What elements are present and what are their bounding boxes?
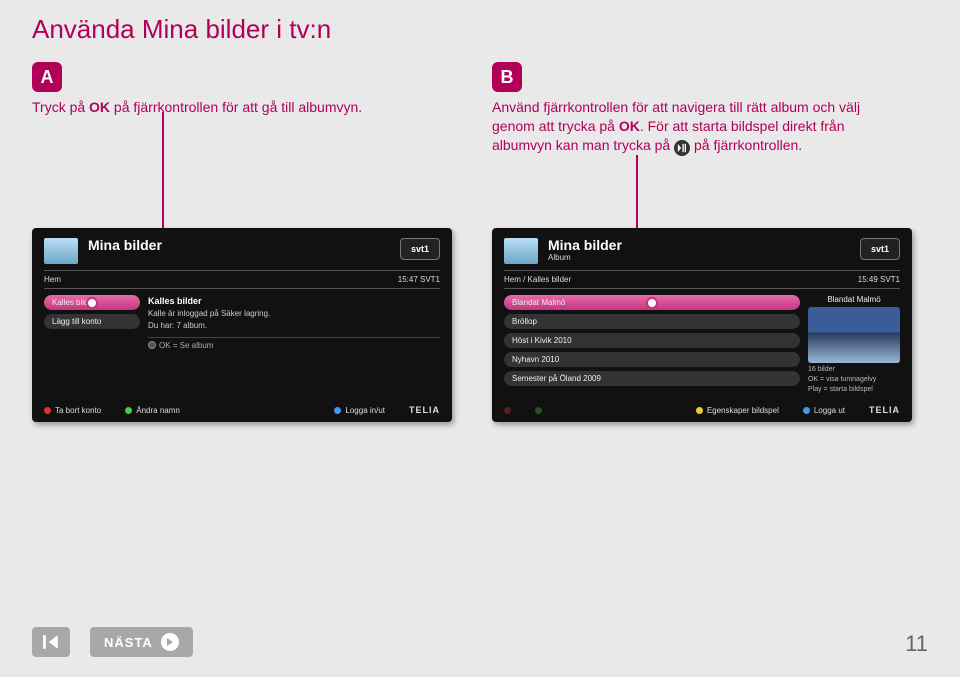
tv-a-item-1-label: Lägg till konto — [52, 317, 101, 326]
step-b: B Använd fjärrkontrollen för att naviger… — [492, 62, 912, 156]
tv-screen-a: Mina bilder svt1 Hem 15:47 SVT1 Kalles b… — [32, 228, 452, 422]
tv-a-footer: Ta bort konto Ändra namn Logga in/ut TEL… — [44, 405, 440, 415]
tv-b-album-4[interactable]: Semester på Öland 2009 — [504, 371, 800, 386]
tv-b-footer-blue-label: Logga ut — [814, 406, 845, 415]
prev-button[interactable] — [32, 627, 70, 657]
tv-a-footer-green-label: Ändra namn — [136, 406, 180, 415]
tv-b-header: Mina bilder Album svt1 — [504, 238, 900, 264]
tv-b-channel-badge: svt1 — [860, 238, 900, 260]
green-dot-icon — [535, 407, 542, 414]
blue-dot-icon — [803, 407, 810, 414]
tv-b-album-0-label: Blandat Malmö — [512, 298, 565, 307]
tv-a-footer-blue-label: Logga in/ut — [345, 406, 385, 415]
step-a: A Tryck på OK på fjärrkontrollen för att… — [32, 62, 452, 156]
tv-b-album-0[interactable]: Blandat Malmö — [504, 295, 800, 310]
tv-a-item-kalles-bilder[interactable]: Kalles bilder — [44, 295, 140, 310]
tv-a-mid-line1: Kalle är inloggad på Säker lagring. — [148, 309, 440, 318]
tv-a-channel-badge: svt1 — [400, 238, 440, 260]
callout-anchor-a — [86, 297, 98, 309]
tv-a-mid-line2: Du har: 7 album. — [148, 321, 440, 330]
tv-screen-b: Mina bilder Album svt1 Hem / Kalles bild… — [492, 228, 912, 422]
yellow-dot-icon — [696, 407, 703, 414]
step-b-line1-tail: på fjärrkontrollen. — [694, 137, 802, 153]
tv-a-body: Kalles bilder Lägg till konto Kalles bil… — [44, 295, 440, 350]
tv-b-preview-line2: OK = visa tumnagelvy — [808, 376, 900, 383]
tv-b-breadcrumb-left: Hem / Kalles bilder — [504, 275, 571, 284]
tv-b-subtitle: Album — [548, 253, 850, 262]
step-a-text: Tryck på OK på fjärrkontrollen för att g… — [32, 98, 432, 117]
step-a-ok: OK — [89, 99, 110, 115]
tv-a-title: Mina bilder — [88, 238, 390, 252]
page-number: 11 — [905, 631, 928, 657]
tv-a-footer-red-label: Ta bort konto — [55, 406, 101, 415]
blue-dot-icon — [334, 407, 341, 414]
tv-b-album-list: Blandat Malmö Bröllop Höst i Kivik 2010 … — [504, 295, 800, 393]
tv-b-body: Blandat Malmö Bröllop Höst i Kivik 2010 … — [504, 295, 900, 393]
tv-b-footer-red — [504, 407, 511, 414]
tv-a-left-column: Kalles bilder Lägg till konto — [44, 295, 140, 350]
arrow-right-icon — [161, 633, 179, 651]
tv-b-album-2[interactable]: Höst i Kivik 2010 — [504, 333, 800, 348]
tv-a-breadcrumb-left: Hem — [44, 275, 61, 284]
tv-b-breadcrumb: Hem / Kalles bilder 15:49 SVT1 — [504, 270, 900, 289]
step-b-badge: B — [492, 62, 522, 92]
tv-b-preview: Blandat Malmö 16 bilder OK = visa tumnag… — [808, 295, 900, 393]
tv-b-album-2-label: Höst i Kivik 2010 — [512, 336, 572, 345]
step-a-text-after: på fjärrkontrollen för att gå till album… — [110, 99, 362, 115]
step-b-ok: OK — [619, 118, 640, 134]
tv-b-footer-yellow-label: Egenskaper bildspel — [707, 406, 779, 415]
tv-a-hint-text: OK = Se album — [159, 341, 213, 350]
tv-a-footer-red[interactable]: Ta bort konto — [44, 406, 101, 415]
tv-a-footer-logo: TELIA — [409, 405, 440, 415]
tv-b-album-1-label: Bröllop — [512, 317, 537, 326]
tv-b-footer-green — [535, 407, 542, 414]
tv-a-hint: OK = Se album — [148, 337, 440, 350]
tv-a-breadcrumb-right: 15:47 SVT1 — [398, 275, 440, 284]
next-button-label: NÄSTA — [104, 635, 153, 650]
red-dot-icon — [44, 407, 51, 414]
tv-b-preview-line3: Play = starta bildspel — [808, 386, 900, 393]
tv-b-album-4-label: Semester på Öland 2009 — [512, 374, 601, 383]
tv-b-footer-logo: TELIA — [869, 405, 900, 415]
tv-b-thumbnail — [504, 238, 538, 264]
tv-b-footer-blue[interactable]: Logga ut — [803, 406, 845, 415]
tv-a-footer-blue[interactable]: Logga in/ut — [334, 406, 385, 415]
step-a-badge: A — [32, 62, 62, 92]
ok-dot-icon — [148, 341, 156, 349]
next-button[interactable]: NÄSTA — [90, 627, 193, 657]
tv-b-footer: Egenskaper bildspel Logga ut TELIA — [504, 405, 900, 415]
tv-a-mid-column: Kalles bilder Kalle är inloggad på Säker… — [148, 295, 440, 350]
tv-a-footer-green[interactable]: Ändra namn — [125, 406, 180, 415]
page-title: Använda Mina bilder i tv:n — [32, 14, 331, 45]
skip-back-icon — [42, 633, 60, 651]
step-b-text: Använd fjärrkontrollen för att navigera … — [492, 98, 892, 156]
bottom-nav: NÄSTA — [32, 627, 193, 657]
tv-b-breadcrumb-right: 15:49 SVT1 — [858, 275, 900, 284]
callout-anchor-b — [646, 297, 658, 309]
tv-b-album-1[interactable]: Bröllop — [504, 314, 800, 329]
tv-b-album-3-label: Nyhavn 2010 — [512, 355, 559, 364]
tv-b-preview-title: Blandat Malmö — [808, 295, 900, 304]
green-dot-icon — [125, 407, 132, 414]
tv-b-footer-yellow[interactable]: Egenskaper bildspel — [696, 406, 779, 415]
tv-b-album-3[interactable]: Nyhavn 2010 — [504, 352, 800, 367]
step-a-text-before: Tryck på — [32, 99, 89, 115]
red-dot-icon — [504, 407, 511, 414]
play-pause-icon — [674, 140, 690, 156]
tv-b-preview-line1: 16 bilder — [808, 366, 900, 373]
tv-b-title: Mina bilder — [548, 238, 850, 252]
tv-a-header: Mina bilder svt1 — [44, 238, 440, 264]
tv-a-breadcrumb: Hem 15:47 SVT1 — [44, 270, 440, 289]
steps-row: A Tryck på OK på fjärrkontrollen för att… — [32, 62, 928, 156]
tv-a-mid-title: Kalles bilder — [148, 296, 440, 306]
tv-screens-row: Mina bilder svt1 Hem 15:47 SVT1 Kalles b… — [32, 228, 928, 422]
tv-a-item-add-account[interactable]: Lägg till konto — [44, 314, 140, 329]
tv-a-thumbnail — [44, 238, 78, 264]
tv-b-preview-image — [808, 307, 900, 363]
